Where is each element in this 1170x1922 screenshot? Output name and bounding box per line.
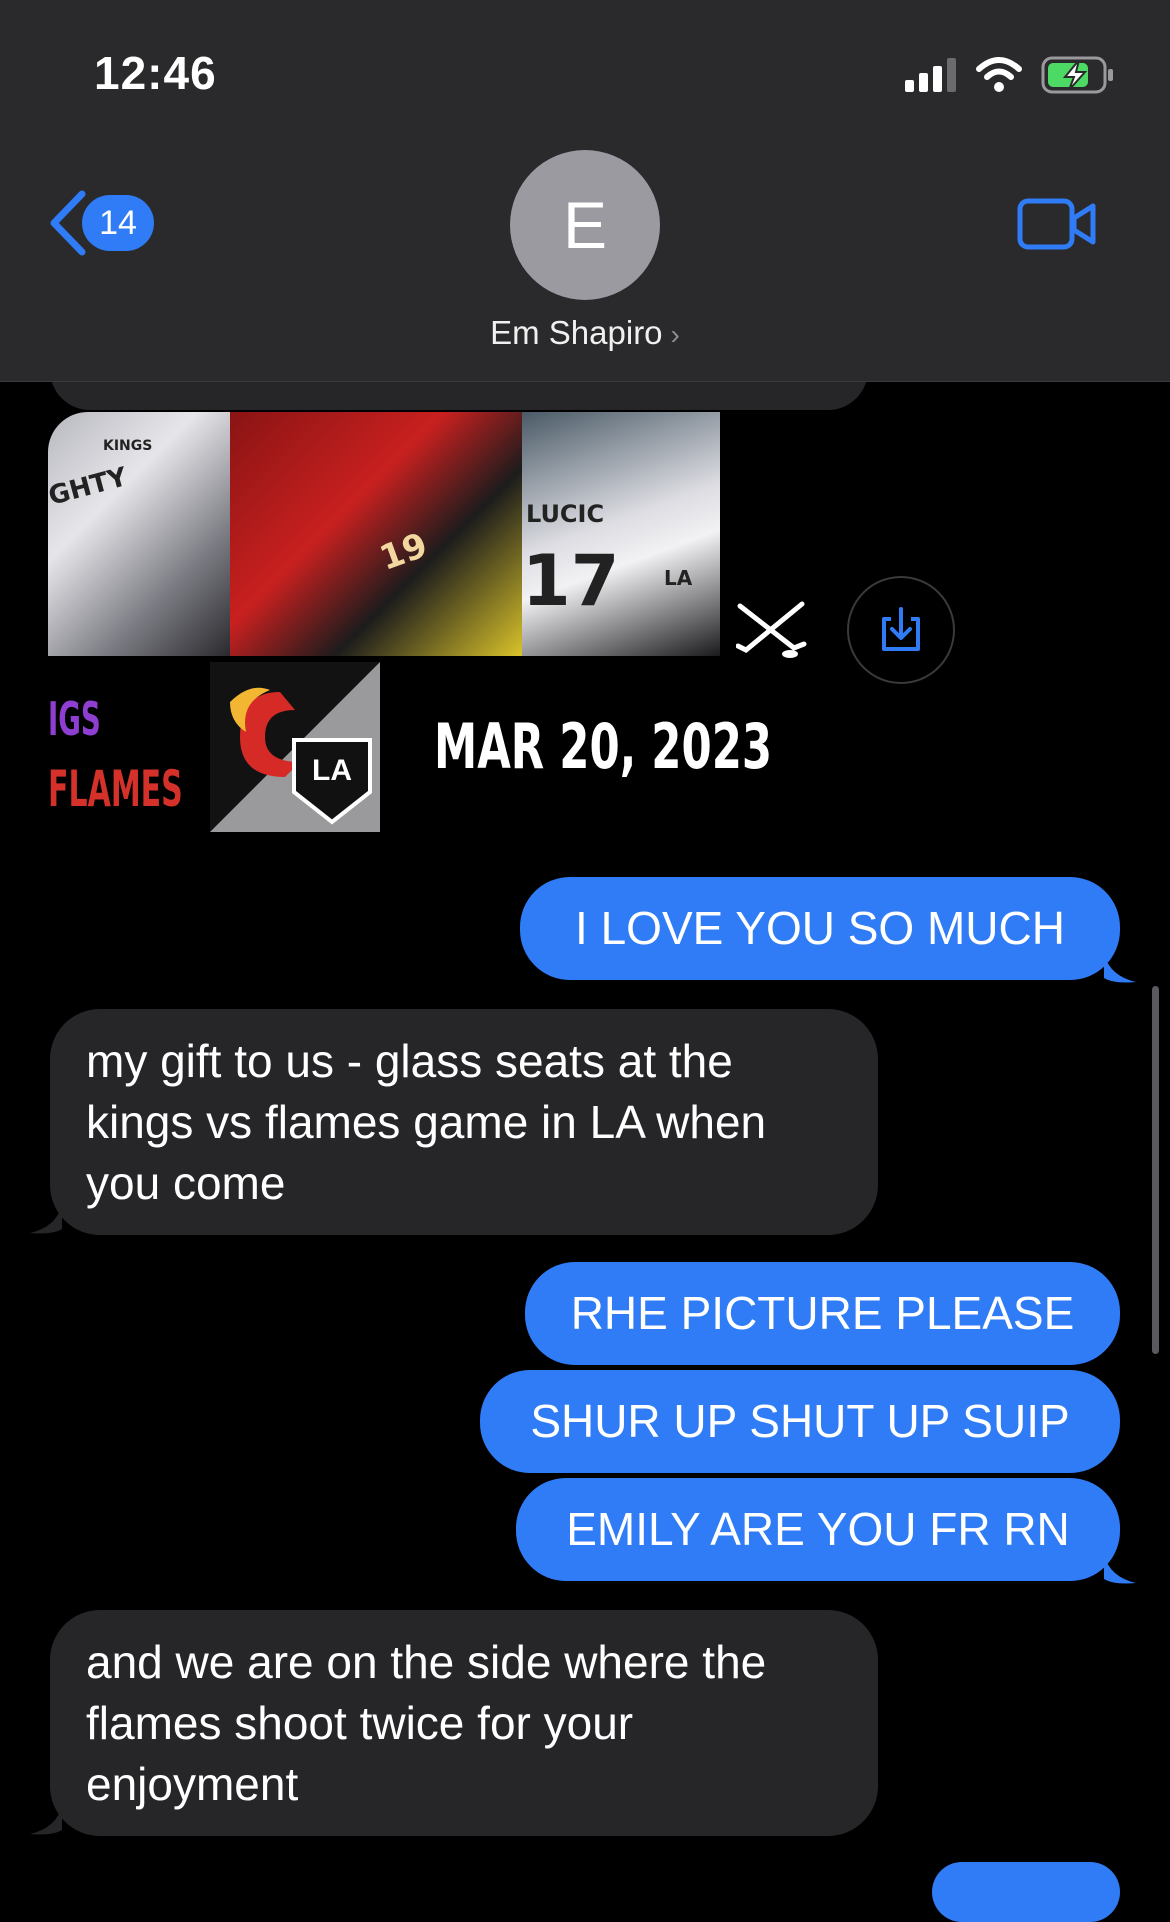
hockey-photo-lucic: LUCIC 17 LA [522,412,720,656]
bubble-tail [30,1806,62,1835]
back-button[interactable]: 14 [48,190,154,256]
download-icon [882,607,920,651]
bubble-tail [30,1205,62,1234]
incoming-message[interactable]: and we are on the side where the flames … [50,1610,878,1836]
incoming-message[interactable]: my gift to us - glass seats at the kings… [50,1009,878,1235]
jersey-name: LUCIC [526,500,605,528]
hockey-photo-fight: 19 [230,412,522,656]
bubble-tail [1104,1555,1136,1584]
contact-name: Em Shapiro [490,314,663,351]
contact-avatar[interactable]: E [510,150,660,300]
outgoing-message[interactable]: I LOVE YOU SO MUCH [520,877,1120,980]
jersey-text: KINGS [103,438,153,454]
next-outgoing-message[interactable] [932,1862,1120,1922]
scrollbar[interactable] [1152,986,1159,1354]
status-time: 12:46 [94,47,217,99]
outgoing-message[interactable]: EMILY ARE YOU FR RN [516,1478,1120,1581]
hockey-sticks-icon [736,601,807,658]
jersey-number: 17 [522,540,620,622]
wifi-icon [976,57,1022,92]
status-icons [905,56,1115,94]
kings-banner-text: IGS [48,692,101,746]
outgoing-message[interactable]: SHUR UP SHUT UP SUIP [480,1370,1120,1473]
outgoing-message[interactable]: RHE PICTURE PLEASE [525,1262,1120,1365]
shared-image-attachment[interactable]: KINGS GHTY 19 LUCIC 17 LA [48,412,720,656]
unread-count-badge: 14 [82,195,154,251]
kings-logo-text: LA [312,754,352,787]
save-image-button[interactable] [847,576,955,684]
conversation-header: 12:46 14 E Em Shapiro › [0,0,1170,382]
chevron-right-icon: › [670,319,680,350]
jersey-text: GHTY [48,462,131,512]
jersey-logo: LA [664,566,693,590]
video-call-icon[interactable] [1017,198,1097,250]
jersey-number: 19 [374,525,433,579]
game-date: MAR 20, 2023 [434,710,773,783]
cellular-signal-icon [905,58,956,92]
hockey-photo-kings: KINGS GHTY [48,412,230,656]
contact-name-button[interactable]: Em Shapiro › [0,314,1170,352]
flames-banner-text: FLAMES [48,760,183,818]
battery-charging-icon [1041,56,1113,94]
flames-kings-logo: LA [210,662,380,832]
bubble-tail [1104,954,1136,983]
